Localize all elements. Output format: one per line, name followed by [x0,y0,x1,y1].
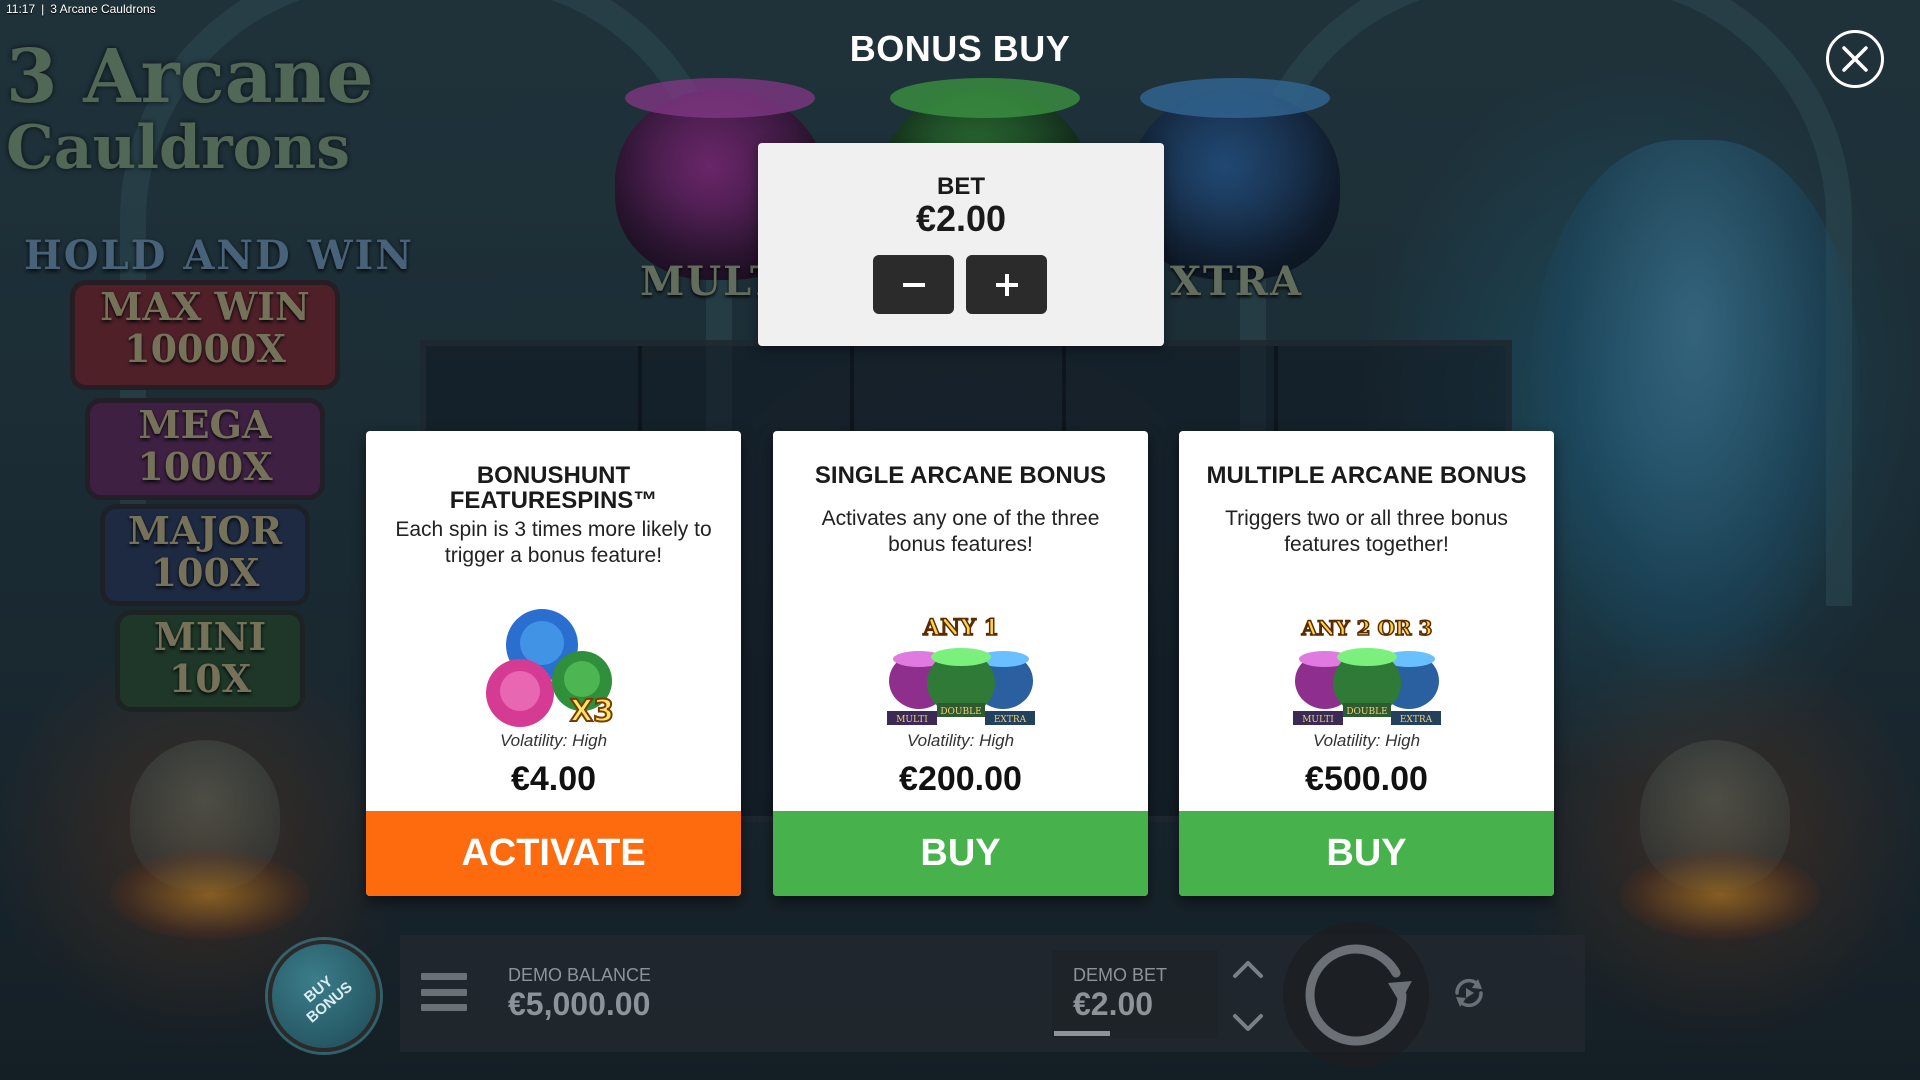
three-cauldrons-icon: ANY 2 OR 3 MULTI DOUBLE EXTRA [1292,615,1441,725]
card-title: BONUSHUNT FEATURESPINS™ [366,463,741,513]
card-price: €4.00 [510,760,597,798]
chevron-up-icon[interactable] [1231,958,1265,980]
activate-button[interactable]: ACTIVATE [366,811,741,896]
buy-multiple-arcane-button[interactable]: BUY [1179,811,1554,896]
multi-label: MULTI [1302,715,1334,725]
bet-label: BET [937,173,985,200]
card-description: Triggers two or all three bonus features… [1225,507,1508,556]
demo-bet-underline [1054,1031,1110,1036]
bonus-card-bonushunt: BONUSHUNT FEATURESPINS™ Each spin is 3 t… [366,431,741,896]
demo-bet-label: DEMO BET [1073,965,1168,985]
card-description: Each spin is 3 times more likely to trig… [395,518,712,567]
autoplay-button[interactable] [1449,973,1489,1013]
hamburger-menu-icon[interactable] [421,973,467,1011]
plus-icon [995,273,1018,296]
double-label: DOUBLE [940,707,981,717]
spin-arrow-icon [1305,944,1412,1046]
separator: | [41,2,45,16]
modal-title: BONUS BUY [849,28,1071,69]
card-price: €200.00 [899,760,1022,798]
buy-bonus-label: BUY BONUS [292,966,356,1027]
bet-stepper [1228,958,1268,1034]
demo-balance-label: DEMO BALANCE [508,965,652,985]
bet-value: €2.00 [915,198,1007,239]
card-price: €500.00 [1305,760,1428,798]
any-2-or-3-badge: ANY 2 OR 3 [1300,616,1432,640]
chevron-down-icon[interactable] [1231,1012,1265,1034]
bonus-card-single-arcane: SINGLE ARCANE BONUS Activates any one of… [773,431,1148,896]
close-button[interactable] [1826,30,1884,88]
demo-balance-value: €5,000.00 [508,986,651,1022]
single-arcane-image: ANY 1 MULTI DOUBLE EXTRA [773,591,1148,751]
clock: 11:17 [6,2,36,16]
window-titlebar: 11:17 | 3 Arcane Cauldrons [0,0,156,18]
three-cauldrons-icon: ANY 1 MULTI DOUBLE EXTRA [886,614,1035,725]
card-volatility: Volatility: High [499,731,608,750]
card-title: MULTIPLE ARCANE BONUS [1206,462,1527,489]
x3-badge: X3 [569,694,613,729]
extra-label: EXTRA [993,715,1026,725]
increase-bet-button[interactable] [966,255,1047,314]
autoplay-icon [1455,978,1483,1008]
card-volatility: Volatility: High [1312,731,1421,750]
card-description: Activates any one of the three bonus fea… [821,507,1100,556]
minus-icon [902,282,925,287]
multiple-arcane-image: ANY 2 OR 3 MULTI DOUBLE EXTRA [1179,591,1554,751]
bet-panel: BET €2.00 [758,143,1164,346]
decrease-bet-button[interactable] [873,255,954,314]
spin-button[interactable] [1283,922,1429,1068]
double-label: DOUBLE [1346,707,1387,717]
bonus-card-multiple-arcane: MULTIPLE ARCANE BONUS Triggers two or al… [1179,431,1554,896]
card-title: SINGLE ARCANE BONUS [814,462,1107,489]
card-title-line1: BONUSHUNT [476,462,631,489]
bonushunt-image: X3 [366,591,741,751]
any-1-badge: ANY 1 [922,615,999,641]
extra-label: EXTRA [1399,715,1432,725]
card-title-line2: FEATURESPINS™ [449,487,658,514]
witch-orbs-icon: X3 [485,608,615,730]
buy-single-arcane-button[interactable]: BUY [773,811,1148,896]
demo-bet-value: €2.00 [1073,986,1154,1022]
close-icon [1842,46,1868,72]
buy-bonus-button[interactable]: BUY BONUS [268,940,380,1052]
multi-label: MULTI [896,715,928,725]
card-volatility: Volatility: High [906,731,1015,750]
window-title: 3 Arcane Cauldrons [50,2,156,16]
